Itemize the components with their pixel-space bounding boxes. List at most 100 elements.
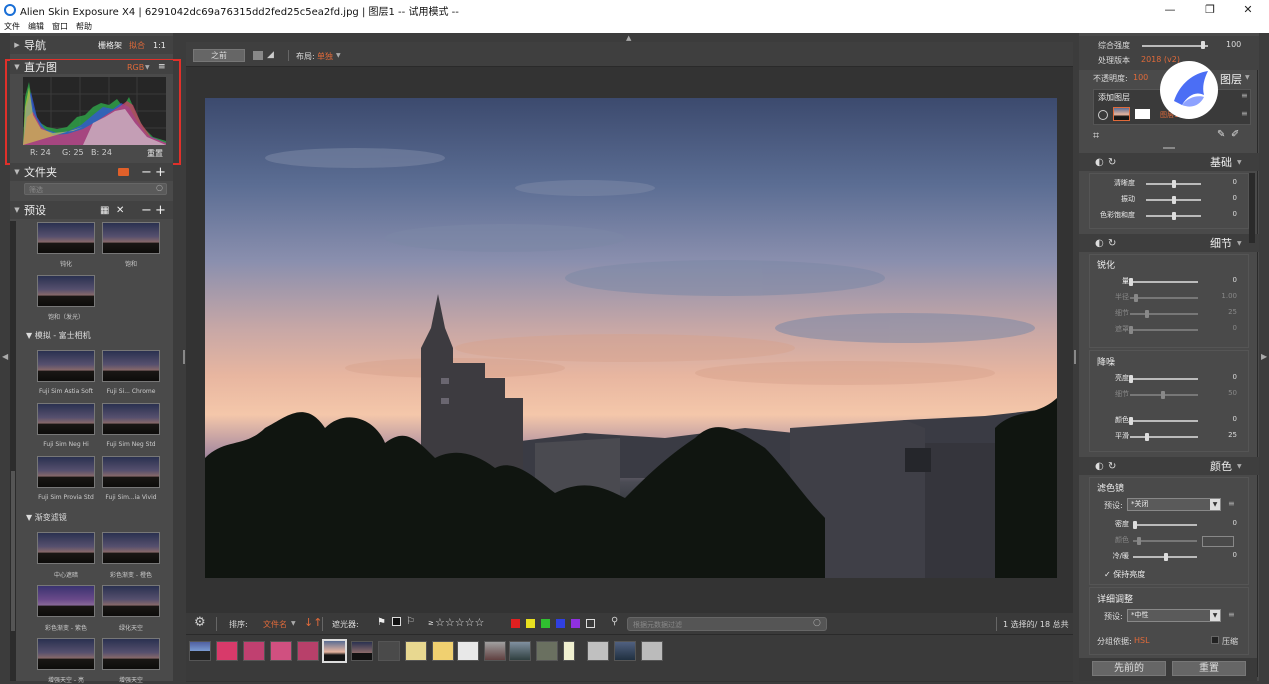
menu-icon[interactable]: ≡ xyxy=(1241,109,1248,118)
color-header[interactable]: ◐ ↻ 颜色 ▼ xyxy=(1079,457,1259,475)
slider-knob[interactable] xyxy=(1172,196,1176,204)
sharpen-radius-slider[interactable] xyxy=(1130,297,1198,299)
slider-knob[interactable] xyxy=(1133,521,1137,529)
filmstrip-thumb[interactable] xyxy=(297,641,319,661)
preset-thumb[interactable] xyxy=(102,638,160,670)
hsl-preset-select[interactable]: *中性 ▼ xyxy=(1127,609,1221,622)
preset-thumb[interactable] xyxy=(37,222,95,254)
layout-select[interactable]: 单独 xyxy=(317,51,333,62)
reset-icon[interactable]: ↻ xyxy=(1108,157,1116,168)
collapse-all-icon[interactable]: ✕ xyxy=(116,205,124,216)
crop-icon[interactable]: ⌗ xyxy=(1093,129,1099,143)
main-photo[interactable] xyxy=(205,98,1057,578)
filmstrip-thumb[interactable] xyxy=(509,641,531,661)
slider-knob[interactable] xyxy=(1129,417,1133,425)
color-swatch[interactable] xyxy=(1202,536,1234,547)
filmstrip-thumb[interactable] xyxy=(614,641,636,661)
filmstrip-thumb[interactable] xyxy=(216,641,238,661)
presets-scroll-thumb[interactable] xyxy=(11,471,15,631)
compress-checkbox[interactable] xyxy=(1211,636,1219,644)
before-button[interactable]: 之前 xyxy=(193,49,245,62)
menu-file[interactable]: 文件 xyxy=(4,21,20,32)
one-to-one-option[interactable]: 1:1 xyxy=(153,41,166,50)
filmstrip-thumb[interactable] xyxy=(587,641,609,661)
filmstrip-thumb[interactable] xyxy=(243,641,265,661)
preset-thumb[interactable] xyxy=(37,585,95,617)
key-icon[interactable]: ⚲ xyxy=(611,616,618,627)
layer-opacity-select[interactable]: 100 xyxy=(1133,73,1148,82)
collapse-right-icon[interactable]: ▶ xyxy=(1261,352,1267,361)
color-preset-select[interactable]: *关闭 ▼ xyxy=(1127,498,1221,511)
add-layer-button[interactable]: 添加图层 xyxy=(1098,92,1130,103)
reset-icon[interactable]: ↻ xyxy=(1108,461,1116,472)
preset-thumb[interactable] xyxy=(102,403,160,435)
density-slider[interactable] xyxy=(1133,524,1197,526)
preset-thumb[interactable] xyxy=(37,350,95,382)
compare-icon[interactable] xyxy=(253,51,263,60)
slider-knob[interactable] xyxy=(1134,294,1138,302)
left-splitter[interactable] xyxy=(183,350,185,364)
histogram-reset-button[interactable]: 重置 xyxy=(147,148,163,159)
filmstrip-thumb[interactable] xyxy=(189,641,211,661)
menu-help[interactable]: 帮助 xyxy=(76,21,92,32)
toggle-icon[interactable]: ◐ xyxy=(1095,157,1104,168)
flag-reject-icon[interactable] xyxy=(392,617,401,626)
menu-window[interactable]: 窗口 xyxy=(52,21,68,32)
preset-thumb[interactable] xyxy=(102,222,160,254)
slider-knob[interactable] xyxy=(1129,326,1133,334)
filmstrip-thumb[interactable] xyxy=(405,641,427,661)
toggle-icon[interactable]: ◐ xyxy=(1095,461,1104,472)
collapse-top-icon[interactable]: ▲ xyxy=(626,34,631,42)
rating-operator[interactable]: ≥ xyxy=(428,619,434,627)
metadata-search-input[interactable]: 根据元数据过滤 ○ xyxy=(627,617,827,631)
fit-option[interactable]: 拟合 xyxy=(129,40,145,51)
filmstrip-thumb[interactable] xyxy=(378,641,400,661)
group-by-select[interactable]: HSL xyxy=(1134,636,1150,645)
color-label-none[interactable] xyxy=(586,619,595,628)
filter-color-slider[interactable] xyxy=(1133,540,1197,542)
remove-folder-icon[interactable]: − xyxy=(141,165,152,180)
folder-search[interactable]: 筛选 ○ xyxy=(24,183,167,195)
filmstrip-thumb[interactable] xyxy=(457,641,479,661)
color-label-yellow[interactable] xyxy=(526,619,535,628)
color-label-blue[interactable] xyxy=(556,619,565,628)
collapse-left-icon[interactable]: ◀ xyxy=(2,352,8,361)
sharpen-amount-slider[interactable] xyxy=(1130,281,1198,283)
menu-icon[interactable]: ≡ xyxy=(158,62,166,72)
folder-icon[interactable] xyxy=(118,168,129,176)
sort-select[interactable]: 文件名 xyxy=(263,619,287,630)
layer-mask-thumbnail[interactable] xyxy=(1135,109,1150,119)
preset-group-fuji[interactable]: ▼ 模拟 - 富士相机 xyxy=(26,330,91,341)
right-scrollbar[interactable] xyxy=(1249,173,1255,243)
folder-header[interactable]: ▼ 文件夹 − + xyxy=(10,163,173,181)
grid-option[interactable]: 栅格架 xyxy=(98,40,122,51)
filmstrip-thumb[interactable] xyxy=(351,641,373,661)
layer-visibility-icon[interactable] xyxy=(1098,110,1108,120)
gear-icon[interactable]: ⚙ xyxy=(194,615,206,630)
close-button[interactable]: ✕ xyxy=(1229,0,1267,20)
sort-direction-icon[interactable]: ↓↑ xyxy=(304,616,322,629)
previous-button[interactable]: 先前的 xyxy=(1092,661,1166,676)
navigator-header[interactable]: ▶ 导航 栅格架 拟合 1:1 xyxy=(10,36,173,54)
slider-knob[interactable] xyxy=(1172,212,1176,220)
color-label-green[interactable] xyxy=(541,619,550,628)
menu-edit[interactable]: 编辑 xyxy=(28,21,44,32)
presets-scrollbar[interactable] xyxy=(10,221,16,681)
slider-knob[interactable] xyxy=(1161,391,1165,399)
slider-knob[interactable] xyxy=(1201,41,1205,49)
reset-icon[interactable]: ↻ xyxy=(1108,238,1116,249)
add-folder-icon[interactable]: + xyxy=(155,165,166,180)
preset-thumb[interactable] xyxy=(102,532,160,564)
filmstrip-thumb[interactable] xyxy=(432,641,454,661)
basic-header[interactable]: ◐ ↻ 基础 ▼ xyxy=(1079,153,1259,171)
slider-knob[interactable] xyxy=(1164,553,1168,561)
filmstrip-thumb[interactable] xyxy=(641,641,663,661)
color-label-purple[interactable] xyxy=(571,619,580,628)
right-splitter[interactable] xyxy=(1074,350,1076,364)
preset-thumb[interactable] xyxy=(37,275,95,307)
noise-color-slider[interactable] xyxy=(1130,420,1198,422)
slider-knob[interactable] xyxy=(1145,433,1149,441)
presets-header[interactable]: ▼ 预设 ▦ ✕ − + xyxy=(10,201,173,219)
slider-knob[interactable] xyxy=(1137,537,1141,545)
brush-icon[interactable]: ✎ xyxy=(1217,129,1225,140)
